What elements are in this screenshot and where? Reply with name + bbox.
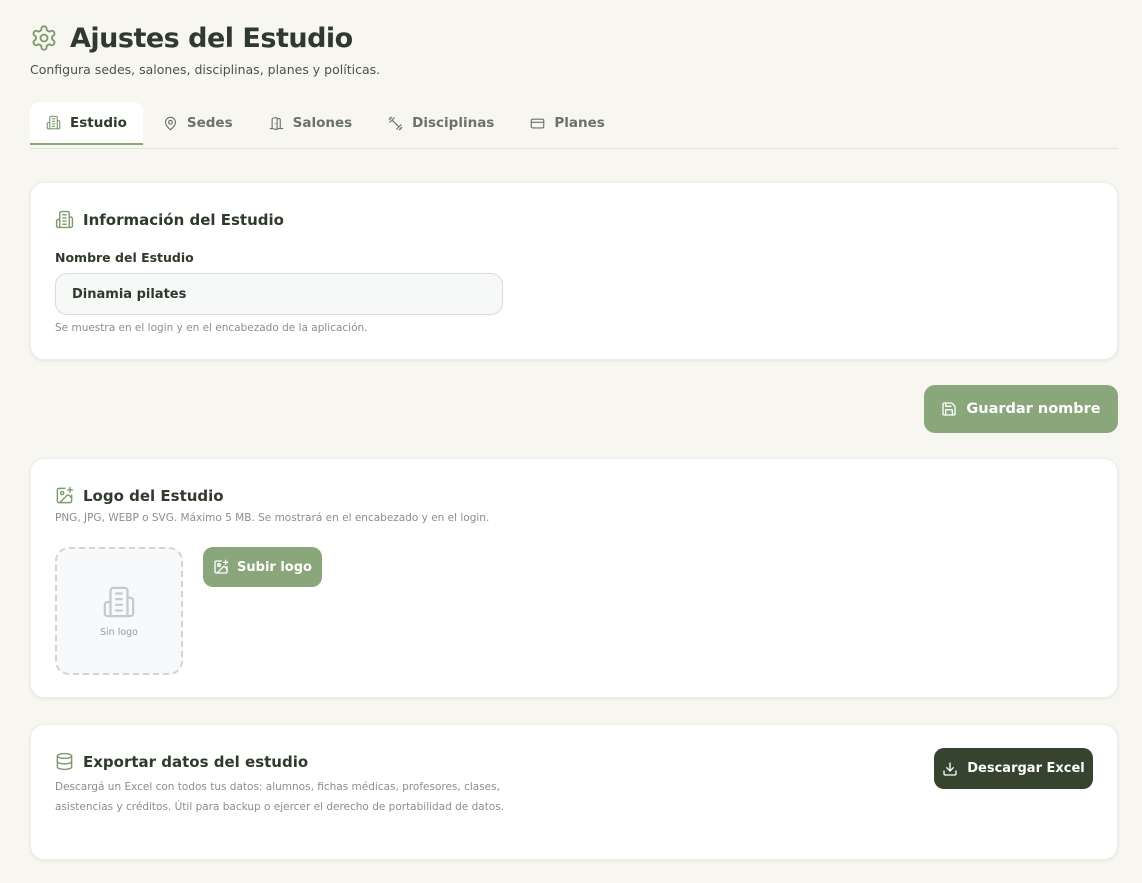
tab-salones[interactable]: Salones	[253, 102, 369, 144]
studio-name-input[interactable]	[55, 273, 503, 315]
page-header: Ajustes del Estudio Configura sedes, sal…	[30, 20, 381, 78]
studio-name-help: Se muestra en el login y en el encabezad…	[55, 322, 368, 334]
building-icon	[103, 586, 135, 617]
save-name-button[interactable]: Guardar nombre	[924, 385, 1118, 433]
building-icon	[55, 210, 74, 229]
tab-label: Planes	[554, 115, 605, 131]
gear-icon	[30, 24, 58, 52]
door-icon	[269, 116, 283, 130]
upload-button-label: Subir logo	[237, 559, 312, 575]
tab-planes[interactable]: Planes	[514, 102, 620, 144]
card-title: Exportar datos del estudio	[55, 752, 308, 771]
save-icon	[942, 402, 957, 416]
export-data-card: Exportar datos del estudio Descargá un E…	[30, 724, 1118, 860]
logo-placeholder: Sin logo	[55, 547, 183, 675]
excel-button-label: Descargar Excel	[967, 761, 1085, 776]
card-title-text: Información del Estudio	[83, 210, 284, 229]
page-subtitle: Configura sedes, salones, disciplinas, p…	[30, 62, 381, 77]
no-logo-text: Sin logo	[99, 626, 138, 638]
logo-description: PNG, JPG, WEBP o SVG. Máximo 5 MB. Se mo…	[55, 512, 490, 524]
card-title-text: Exportar datos del estudio	[83, 752, 309, 771]
card-title: Logo del Estudio	[55, 486, 224, 505]
page-title: Ajustes del Estudio	[70, 22, 353, 54]
tab-label: Sedes	[186, 115, 233, 131]
upload-logo-button[interactable]: Subir logo	[203, 547, 322, 587]
download-excel-button[interactable]: Descargar Excel	[934, 748, 1093, 789]
studio-logo-card: Logo del Estudio PNG, JPG, WEBP o SVG. M…	[30, 458, 1118, 698]
building-icon	[46, 115, 61, 130]
image-plus-icon	[214, 559, 229, 574]
tab-sedes[interactable]: Sedes	[147, 102, 249, 144]
settings-tabs: Estudio Sedes Salones Disciplinas Planes	[30, 102, 1118, 149]
tab-estudio[interactable]: Estudio	[30, 102, 143, 145]
card-title: Información del Estudio	[55, 210, 284, 229]
export-description: Descargá un Excel con todos tus datos: a…	[55, 781, 505, 813]
tab-label: Estudio	[70, 114, 127, 131]
image-plus-icon	[56, 486, 74, 504]
title-row: Ajustes del Estudio	[30, 20, 380, 56]
studio-name-label: Nombre del Estudio	[55, 250, 194, 265]
database-icon	[56, 752, 73, 771]
dumbbell-icon	[388, 116, 403, 130]
card-title-text: Logo del Estudio	[83, 486, 224, 505]
studio-info-card: Información del Estudio Nombre del Estud…	[30, 182, 1118, 360]
save-button-label: Guardar nombre	[966, 401, 1101, 417]
credit-card-icon	[531, 118, 545, 128]
map-pin-icon	[164, 116, 176, 130]
tab-label: Disciplinas	[412, 115, 495, 131]
tab-label: Salones	[292, 115, 353, 131]
tab-disciplinas[interactable]: Disciplinas	[372, 102, 510, 144]
download-icon	[943, 761, 957, 776]
